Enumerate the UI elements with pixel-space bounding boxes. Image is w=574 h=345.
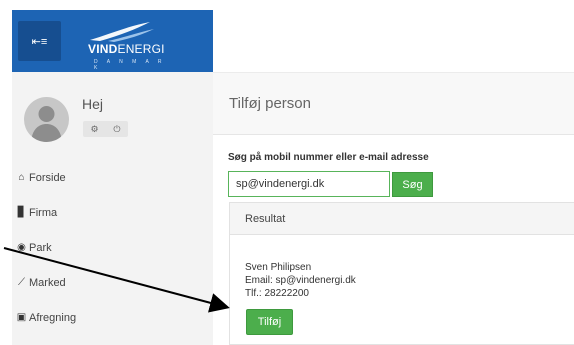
user-tools: ⚙ ⏻ (83, 121, 128, 137)
avatar[interactable] (24, 97, 69, 142)
user-silhouette-icon (31, 106, 62, 142)
gear-icon[interactable]: ⚙ (90, 124, 98, 135)
sidebar-item-firma[interactable]: ▊ Firma (12, 195, 213, 230)
sidebar-item-label: Park (29, 241, 52, 254)
sidebar-item-label: Afregning (29, 311, 77, 324)
wind-swoosh-icon (90, 22, 154, 42)
dashboard-icon: ◉ (17, 242, 26, 253)
result-email: Email: sp@vindenergi.dk (245, 275, 356, 286)
home-icon: ⌂ (18, 172, 25, 183)
sidebar-item-label: Firma (29, 206, 58, 219)
sidebar-item-forside[interactable]: ⌂ Forside (12, 160, 213, 195)
sidebar: ⇤≡ VINDENERGI D A N M A R K Hej ⚙ ⏻ ⌂ Fo… (12, 10, 213, 345)
logo-wordmark: VINDENERGI (88, 42, 165, 56)
sidebar-toggle-button[interactable]: ⇤≡ (18, 21, 61, 61)
sidebar-item-label: Marked (29, 276, 66, 289)
building-icon: ▊ (17, 207, 26, 218)
page-title: Tilføj person (229, 95, 311, 112)
result-card: Resultat Sven Philipsen Email: sp@vinden… (229, 202, 574, 345)
brand-bar: ⇤≡ VINDENERGI D A N M A R K (12, 10, 213, 72)
result-header: Resultat (230, 203, 574, 235)
power-icon[interactable]: ⏻ (113, 124, 120, 135)
result-phone: Tlf.: 28222200 (245, 288, 309, 299)
page-header: Tilføj person (213, 72, 574, 135)
money-icon: ▣ (16, 312, 27, 323)
sidebar-item-park[interactable]: ◉ Park (12, 230, 213, 265)
collapse-menu-icon: ⇤≡ (31, 35, 48, 48)
vindenergi-logo[interactable]: VINDENERGI D A N M A R K (88, 20, 178, 71)
result-details: Sven Philipsen Email: sp@vindenergi.dk T… (245, 261, 356, 300)
search-button[interactable]: Søg (392, 172, 433, 197)
result-name: Sven Philipsen (245, 262, 312, 273)
main-content: Tilføj person Søg på mobil nummer eller … (213, 10, 574, 345)
line-chart-icon: ⟋ (18, 277, 25, 288)
sidebar-item-label: Forside (29, 171, 66, 184)
user-greeting: Hej (82, 96, 104, 112)
add-person-button[interactable]: Tilføj (246, 309, 293, 335)
user-panel: Hej ⚙ ⏻ (12, 85, 213, 155)
search-label: Søg på mobil nummer eller e-mail adresse (228, 152, 429, 163)
sidebar-item-marked[interactable]: ⟋ Marked (12, 265, 213, 300)
sidebar-nav: ⌂ Forside ▊ Firma ◉ Park ⟋ Marked ▣ Afre… (12, 160, 213, 335)
sidebar-item-afregning[interactable]: ▣ Afregning (12, 300, 213, 335)
logo-subtitle: D A N M A R K (94, 59, 166, 71)
search-input[interactable] (228, 171, 390, 197)
